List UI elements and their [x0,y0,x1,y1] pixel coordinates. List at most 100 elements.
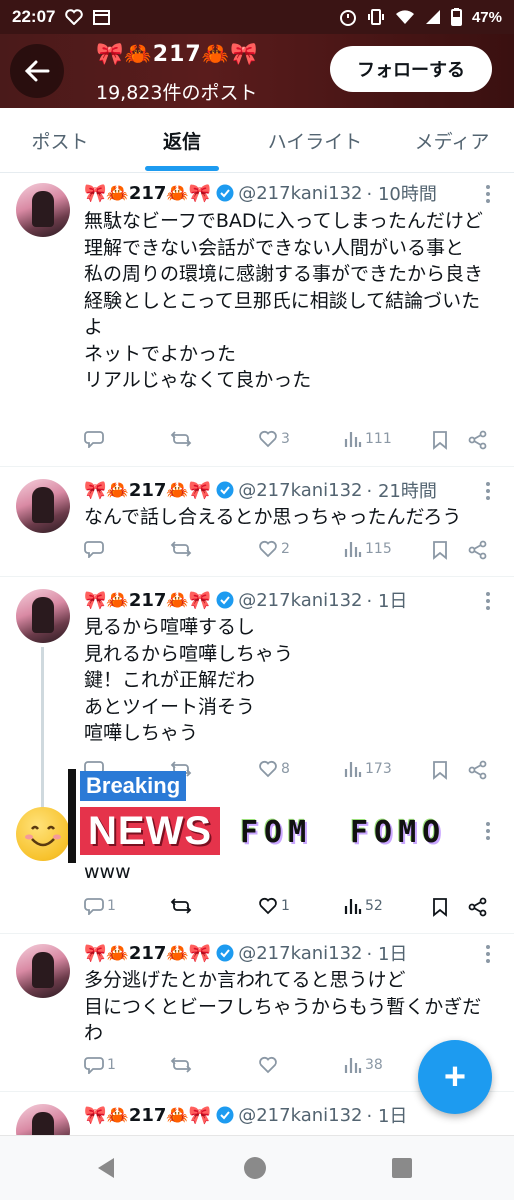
tweet-author-name[interactable]: 🎀🦀217🦀🎀 [84,1105,211,1126]
views-button[interactable]: 115 [344,540,392,558]
like-button[interactable]: 3 [258,430,290,448]
retweet-button[interactable] [170,540,195,558]
heart-check-icon [65,9,84,25]
retweet-button[interactable] [170,897,195,915]
tweet[interactable]: 🎀🦀217🦀🎀 @217kani132 · 10時間 無駄なビーフでBADに入っ… [0,173,514,467]
tab-highlights[interactable]: ハイライト [250,108,380,172]
heart-icon [259,897,277,915]
back-nav-icon[interactable] [94,1156,118,1180]
reply-button[interactable] [84,540,107,558]
more-options-icon[interactable] [486,945,492,963]
reply-button[interactable] [84,430,107,448]
verified-badge-icon [216,944,234,962]
verified-badge-icon [216,481,234,499]
bookmark-icon [433,431,447,450]
tab-media[interactable]: メディア [390,108,514,172]
compose-plus-label: + [443,1056,467,1098]
verified-badge-icon [216,184,234,202]
tweet-handle[interactable]: @217kani132 [238,590,362,611]
compose-button[interactable]: + [418,1040,492,1114]
tweet-handle[interactable]: @217kani132 [238,183,362,204]
more-options-icon[interactable] [486,185,492,203]
back-button[interactable] [10,44,64,98]
bookmark-icon [433,898,447,917]
view-count: 52 [365,898,383,914]
tweet-handle[interactable]: @217kani132 [238,1105,362,1126]
views-button[interactable]: 52 [344,897,383,915]
profile-tabs: ポスト 返信 ハイライト メディア [0,108,514,173]
follow-button[interactable]: フォローする [330,46,492,92]
retweet-icon [170,541,192,557]
retweet-button[interactable] [170,430,195,448]
tweet-author-name[interactable]: 🎀🦀217🦀🎀 [84,480,211,501]
reply-icon [84,1057,104,1074]
tweet-author-name[interactable]: 🎀🦀217🦀🎀 [84,183,211,204]
tweet-time: · 1日 [366,1106,408,1127]
share-button[interactable] [468,540,488,560]
like-button[interactable] [258,1056,281,1074]
retweet-icon [170,1057,192,1073]
fomo-text-2: FOMO [350,815,447,850]
bookmark-button[interactable] [432,897,448,917]
avatar[interactable] [16,944,70,998]
vibrate-icon [367,9,384,25]
battery-percent: 47% [471,8,502,26]
view-count: 38 [365,1057,383,1073]
retweet-icon [170,898,192,914]
reply-icon [84,541,104,558]
tweet-time: · 1日 [366,944,408,965]
views-chart-icon [344,1058,362,1073]
tweet-handle[interactable]: @217kani132 [238,480,362,501]
views-button[interactable]: 38 [344,1056,383,1074]
tweet-time: · 10時間 [366,184,437,205]
tab-posts[interactable]: ポスト [0,108,120,172]
share-icon [468,430,487,450]
smile-icon [25,825,61,847]
views-button[interactable]: 111 [344,430,392,448]
retweet-button[interactable] [170,1056,195,1074]
tweet-author-name[interactable]: 🎀🦀217🦀🎀 [84,943,211,964]
status-time: 22:07 [12,7,56,26]
avatar[interactable] [16,479,70,533]
recents-nav-icon[interactable] [391,1157,413,1179]
reply-icon [84,431,104,448]
share-icon [468,540,487,560]
tweet-handle[interactable]: @217kani132 [238,943,362,964]
view-count: 111 [365,431,392,447]
fomo-text-1: FOM [240,815,313,850]
tweet-actions: 1 1 52 [84,897,494,921]
tab-replies[interactable]: 返信 [122,108,242,172]
bookmark-button[interactable] [432,540,448,560]
profile-header: 🎀🦀217🦀🎀 19,823件のポスト フォローする [0,34,514,108]
share-button[interactable] [468,430,488,450]
alarm-icon [339,10,356,26]
avatar[interactable] [16,1104,70,1135]
reply-button[interactable]: 1 [84,1056,116,1074]
share-button[interactable] [468,897,488,917]
heart-icon [259,1056,277,1074]
tweet[interactable]: 🎀🦀217🦀🎀 @217kani132 · 21時間 なんで話し合えるとか思っち… [0,467,514,577]
like-button[interactable]: 2 [258,540,290,558]
home-nav-icon[interactable] [243,1156,267,1180]
tweet-text: 多分逃げたとか言われてると思うけど 目につくとビーフしちゃうからもう暫くかぎだわ [84,969,482,1044]
active-tab-indicator [145,166,219,171]
bookmark-button[interactable] [432,430,448,450]
verified-badge-icon [216,1106,234,1124]
smiling-face-icon [16,807,70,861]
share-icon [468,897,487,917]
like-count: 2 [281,541,290,557]
news-label: NEWS [80,807,220,855]
tweet-author-name[interactable]: 🎀🦀217🦀🎀 [84,590,211,611]
sticker-bar [68,769,76,863]
more-options-icon[interactable] [486,592,492,610]
breaking-label: Breaking [80,771,187,801]
verified-badge-icon [216,591,234,609]
view-count: 115 [365,541,392,557]
reply-button[interactable]: 1 [84,897,116,915]
avatar[interactable] [16,183,70,237]
status-bar: 22:07 47% [0,0,514,34]
like-button[interactable]: 1 [258,897,290,915]
more-options-icon[interactable] [486,482,492,500]
avatar[interactable] [16,589,70,643]
tweet-time: · 21時間 [366,481,437,502]
